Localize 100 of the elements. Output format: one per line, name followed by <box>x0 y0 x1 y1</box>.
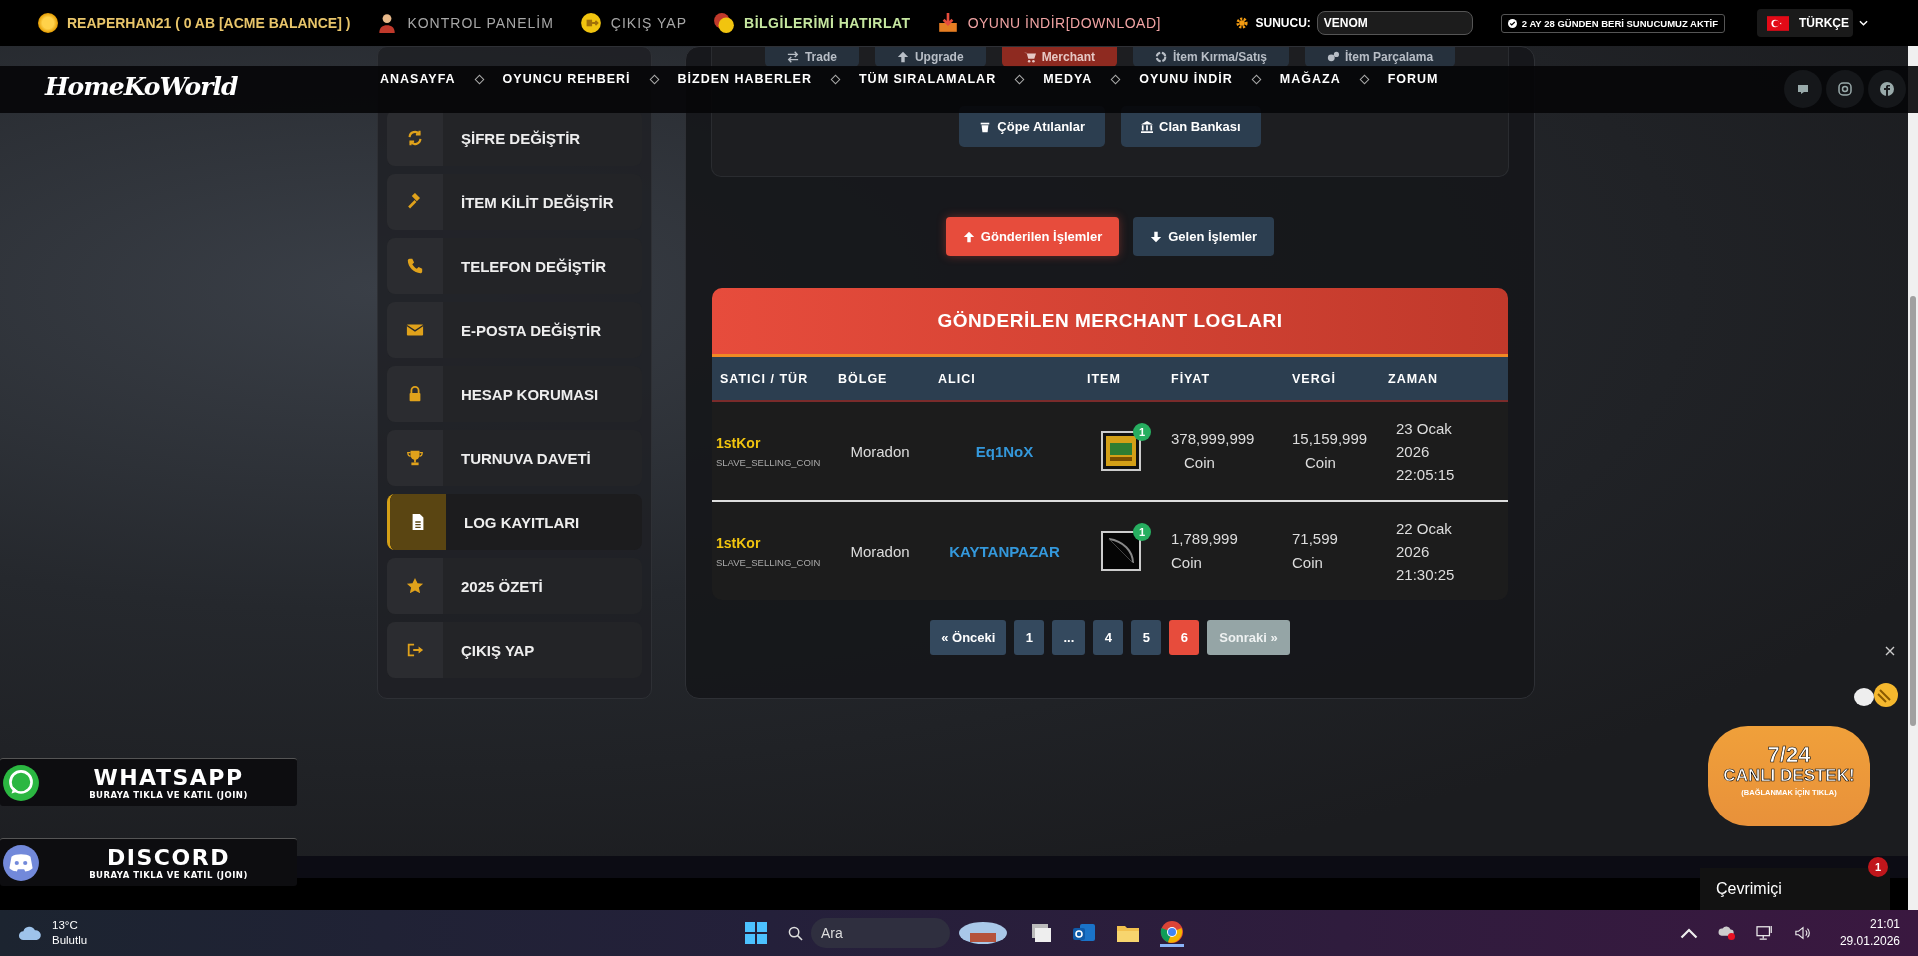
sidebar-item[interactable]: LOG KAYITLARI <box>387 494 642 550</box>
cloud-icon <box>18 925 43 941</box>
arrow-down-icon <box>1150 230 1163 243</box>
page-button[interactable]: 4 <box>1093 620 1124 655</box>
buyer-link[interactable]: KAYTANPAZAR <box>949 542 1060 560</box>
page-button[interactable]: 1 <box>1014 620 1045 655</box>
remind-info-link[interactable]: BİLGİLERİMİ HATIRLAT <box>744 15 911 31</box>
support-title: CANLI DESTEK! <box>1723 766 1855 786</box>
scrollbar[interactable] <box>1908 46 1918 910</box>
banner-subtitle: BURAYA TIKLA VE KATIL (JOIN) <box>89 789 248 800</box>
nav-link[interactable]: ANASAYFA <box>380 72 456 86</box>
column-header: ALICI <box>937 370 977 388</box>
join-banner[interactable]: WHATSAPP BURAYA TIKLA VE KATIL (JOIN) <box>0 758 297 806</box>
banner-title: WHATSAPP <box>93 765 244 790</box>
log-tab[interactable]: Gelen İşlemler <box>1133 217 1275 256</box>
recycle-icon <box>1154 51 1167 63</box>
region-cell: Moradon <box>850 542 910 560</box>
phone-icon <box>406 257 424 275</box>
windows-start-icon[interactable] <box>744 921 768 945</box>
page-button[interactable]: 6 <box>1169 620 1200 655</box>
nav-link[interactable]: TÜM SIRALAMALAR <box>858 72 997 86</box>
tax-unit: Coin <box>1292 553 1324 573</box>
chevron-down-icon[interactable] <box>1859 20 1868 26</box>
seller-name: 1stKor <box>716 434 762 451</box>
action-button[interactable]: İtem Kırma/Satış <box>1132 47 1289 67</box>
page-button[interactable]: 5 <box>1131 620 1162 655</box>
join-banner[interactable]: DISCORD BURAYA TIKLA VE KATIL (JOIN) <box>0 838 297 886</box>
log-tab[interactable]: Gönderilen İşlemler <box>945 217 1120 256</box>
table-title: GÖNDERİLEN MERCHANT LOGLARI <box>712 288 1508 357</box>
search-icon <box>788 925 803 941</box>
nav-link[interactable]: OYUNCU REHBERİ <box>502 72 631 86</box>
support-hours: 7/24 <box>1767 744 1811 766</box>
uptime-text: 2 AY 28 GÜNDEN BERİ SUNUCUMUZ AKTİF <box>1521 17 1718 29</box>
sidebar-item[interactable]: ÇIKIŞ YAP <box>387 622 642 678</box>
bank-icon <box>1141 120 1153 133</box>
exit-icon <box>579 12 602 34</box>
count-badge: 1 <box>1133 423 1151 441</box>
volume-icon[interactable] <box>1793 925 1812 941</box>
download-icon <box>936 12 959 34</box>
column-header: BÖLGE <box>837 370 889 388</box>
item-icon <box>1101 431 1141 471</box>
item-icon <box>1101 531 1141 571</box>
page-button[interactable]: « Önceki <box>930 620 1007 655</box>
gear-icon <box>1235 16 1250 30</box>
close-icon[interactable] <box>1885 646 1895 656</box>
weather-label: Bulutlu <box>52 933 88 948</box>
landscape-icon <box>958 921 1008 945</box>
price-value: 1,789,999 <box>1171 529 1239 549</box>
logo[interactable]: HomeKoWorld <box>45 72 238 101</box>
nav-link[interactable]: OYUNU İNDİR <box>1139 72 1233 86</box>
time-cell-text: 22 Ocak 2026 21:30:25 <box>1396 518 1456 585</box>
action-button[interactable]: Upgrade <box>874 47 986 67</box>
control-panel-link[interactable]: KONTROL PANELİM <box>407 15 554 31</box>
arrow-up-icon <box>962 230 975 243</box>
trophy-icon <box>406 449 424 467</box>
time-cell-text: 23 Ocak 2026 22:05:15 <box>1396 418 1456 485</box>
action-button[interactable]: Trade <box>764 47 859 67</box>
region-cell: Moradon <box>850 442 910 460</box>
seller-name: 1stKor <box>716 534 762 551</box>
discord-icon <box>2 843 40 882</box>
cloud-error-icon[interactable] <box>1717 925 1736 941</box>
banner-subtitle: BURAYA TIKLA VE KATIL (JOIN) <box>89 869 248 880</box>
search-field[interactable]: Ara <box>811 918 950 948</box>
instagram-icon[interactable] <box>1826 70 1864 108</box>
swap-icon <box>786 51 799 63</box>
nav-link[interactable]: FORUM <box>1387 72 1439 86</box>
clock-time: 21:01 <box>1869 916 1900 933</box>
sidebar-item[interactable]: 2025 ÖZETİ <box>387 558 642 614</box>
price-value: 378,999,999 <box>1171 429 1256 449</box>
column-header: SATICI / TÜR <box>719 370 810 388</box>
type-label: SLAVE_SELLING_COIN <box>716 556 822 568</box>
action-button[interactable]: İtem Parçalama <box>1305 47 1456 67</box>
temperature: 13°C <box>52 918 79 933</box>
server-field[interactable]: VENOM <box>1316 11 1473 35</box>
banner-title: DISCORD <box>107 845 230 870</box>
price-unit: Coin <box>1183 453 1216 473</box>
browser-icon[interactable] <box>1160 919 1184 947</box>
download-link[interactable]: OYUNU İNDİR[DOWNLOAD] <box>967 15 1161 31</box>
action-button[interactable]: Merchant <box>1001 47 1117 67</box>
star-icon <box>406 577 424 595</box>
column-header: ITEM <box>1086 370 1122 388</box>
column-header: ZAMAN <box>1387 370 1440 388</box>
nav-link[interactable]: BİZDEN HABERLER <box>677 72 812 86</box>
discord-icon[interactable] <box>1784 70 1822 108</box>
user-balance: REAPERHAN21 ( 0 AB [ACME BALANCE] ) <box>67 15 351 31</box>
trash-icon <box>979 120 992 133</box>
facebook-icon[interactable] <box>1868 70 1906 108</box>
type-label: SLAVE_SELLING_COIN <box>716 456 822 468</box>
logout-link[interactable]: ÇIKIŞ YAP <box>610 15 688 31</box>
buyer-link[interactable]: Eq1NoX <box>975 442 1034 460</box>
network-icon[interactable] <box>1755 925 1774 941</box>
language-button[interactable]: TÜRKÇE <box>1757 9 1853 37</box>
count-badge: 1 <box>1133 523 1151 541</box>
nav-link[interactable]: MEDYA <box>1043 72 1093 86</box>
column-header: VERGİ <box>1291 370 1337 388</box>
page-button[interactable]: ... <box>1052 620 1086 655</box>
tax-value: 15,159,999 <box>1292 429 1369 449</box>
sign-out-icon <box>406 641 424 659</box>
nav-link[interactable]: MAĞAZA <box>1279 72 1341 86</box>
phone-bubble-icon <box>2 763 40 802</box>
